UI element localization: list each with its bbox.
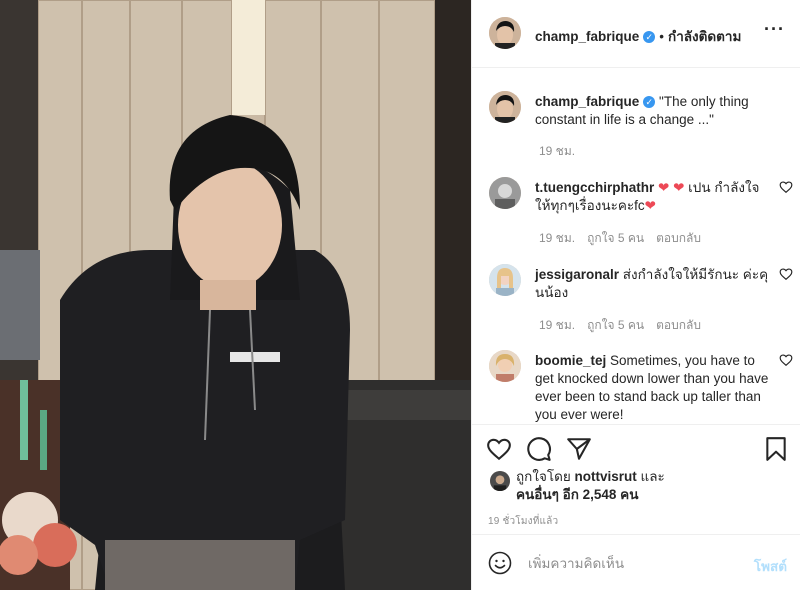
red-heart-icon: ❤ [644,198,656,213]
comments-list[interactable]: champ_fabrique ✓ "The only thing constant… [472,69,800,424]
comment-text: t.tuengcchirphathr ❤ ❤ เปน กำลังใจให้ทุก… [535,180,760,213]
comment-likes[interactable]: ถูกใจ 5 คน [587,231,644,245]
caption-text: champ_fabrique ✓ "The only thing constant… [535,93,773,129]
comment-item: boomie_tej Sometimes, you have to get kn… [489,350,793,424]
share-paper-plane-icon[interactable] [566,436,592,462]
comment-item: jessigaronalr ส่งกำลังใจให้มีรักนะ ค่ะคุ… [489,264,793,335]
post-header: champ_fabrique ✓ • กำลังติดตาม ··· [472,0,800,68]
like-comment-heart-icon[interactable] [779,353,793,367]
like-comment-heart-icon[interactable] [779,180,793,194]
comment-text: boomie_tej Sometimes, you have to get kn… [535,353,769,422]
red-heart-icon: ❤ [658,180,670,195]
caption-meta: 19 ชม. [539,142,587,161]
separator-dot: • [659,29,665,44]
post-timestamp[interactable]: 19 ชั่วโมงที่แล้ว [488,514,558,529]
reply-button[interactable]: ตอบกลับ [656,231,701,245]
emoji-smile-icon[interactable] [488,551,512,575]
add-comment-bar: โพสต์ [472,534,800,590]
save-bookmark-icon[interactable] [763,436,789,462]
author-username[interactable]: champ_fabrique [535,29,639,44]
like-heart-icon[interactable] [486,436,512,462]
post-side-panel: champ_fabrique ✓ • กำลังติดตาม ··· champ_fa… [471,0,800,590]
more-options-icon[interactable]: ··· [764,19,785,40]
comment-time[interactable]: 19 ชม. [539,318,575,332]
author-line: champ_fabrique ✓ • กำลังติดตาม [535,25,741,47]
comment-username[interactable]: boomie_tej [535,353,606,368]
add-comment-input[interactable] [528,551,728,575]
comment-text: jessigaronalr ส่งกำลังใจให้มีรักนะ ค่ะคุ… [535,267,769,300]
post-actions: ถูกใจโดย nottvisrut และ คนอื่นๆ อีก 2,54… [472,424,800,534]
red-heart-icon: ❤ [673,180,685,195]
like-comment-heart-icon[interactable] [779,267,793,281]
caption-item: champ_fabrique ✓ "The only thing constant… [489,91,789,161]
post-comment-button[interactable]: โพสต์ [754,555,787,577]
verified-badge-icon: ✓ [643,96,656,108]
others-likes-link[interactable]: คนอื่นๆ อีก 2,548 คน [516,487,638,502]
comment-avatar[interactable] [489,264,521,296]
photo-image [0,0,471,590]
caption-username[interactable]: champ_fabrique [535,94,639,109]
comment-username[interactable]: jessigaronalr [535,267,619,282]
comment-likes[interactable]: ถูกใจ 5 คน [587,318,644,332]
comment-item: t.tuengcchirphathr ❤ ❤ เปน กำลังใจให้ทุก… [489,177,793,248]
comment-bubble-icon[interactable] [526,436,552,462]
comment-meta: 19 ชม. ถูกใจ 5 คน ตอบกลับ [539,229,713,248]
caption-time[interactable]: 19 ชม. [539,144,575,158]
post-photo[interactable] [0,0,471,590]
comment-avatar[interactable] [489,177,521,209]
following-button[interactable]: กำลังติดตาม [668,29,741,44]
comment-username[interactable]: t.tuengcchirphathr [535,180,654,195]
liker-username[interactable]: nottvisrut [575,469,637,484]
reply-button[interactable]: ตอบกลับ [656,318,701,332]
liker-avatar[interactable] [490,471,510,491]
caption-avatar[interactable] [489,91,521,123]
comment-avatar[interactable] [489,350,521,382]
comment-time[interactable]: 19 ชม. [539,231,575,245]
verified-badge-icon: ✓ [643,31,656,43]
author-avatar[interactable] [489,17,521,49]
likes-summary: ถูกใจโดย nottvisrut และ คนอื่นๆ อีก 2,54… [490,468,766,504]
comment-meta: 19 ชม. ถูกใจ 5 คน ตอบกลับ [539,316,713,335]
